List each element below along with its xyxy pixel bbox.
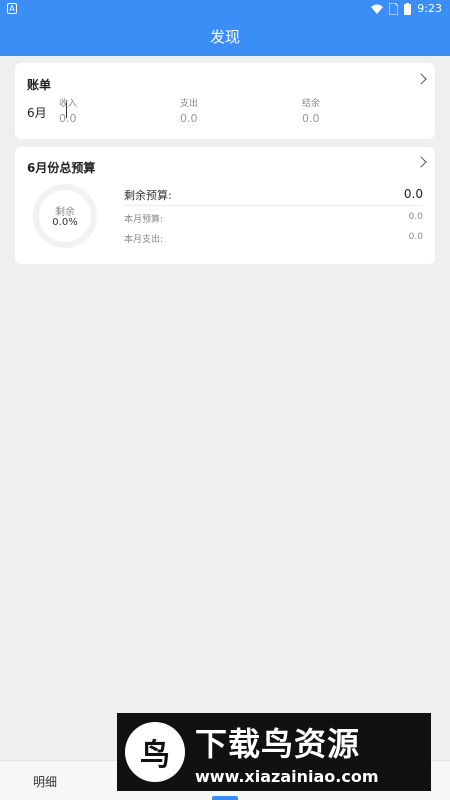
page-title: 发现: [0, 18, 450, 56]
battery-icon: [404, 2, 412, 15]
month-budget-value: 0.0: [408, 212, 423, 222]
month-spend-value: 0.0: [408, 232, 423, 242]
nav-item-details[interactable]: 明细: [33, 773, 57, 790]
income-value: 0.0: [59, 112, 77, 125]
month-budget-label: 本月预算:: [124, 215, 164, 225]
divider: [124, 205, 423, 206]
watermark-banner: 鸟 下载鸟资源 www.xiazainiao.com: [117, 713, 431, 791]
app-notification-icon: A: [7, 3, 17, 14]
balance-label: 结余: [302, 99, 321, 109]
bill-income: 收入 0.0: [59, 96, 77, 125]
sim-icon: [389, 2, 399, 15]
month-spend-row: 本月支出: 0.0: [124, 232, 423, 245]
watermark-url: www.xiazainiao.com: [195, 766, 379, 786]
watermark-text: 下载鸟资源 www.xiazainiao.com: [195, 719, 378, 786]
status-bar: A 9:23: [0, 0, 450, 18]
bill-balance: 结余 0.0: [302, 96, 320, 125]
bill-month: 6月: [27, 106, 47, 120]
budget-card-title: 6月份总预算: [27, 161, 96, 175]
remaining-budget-row: 剩余预算: 0.0: [124, 187, 423, 203]
status-icons: 9:23: [371, 2, 442, 15]
bill-card[interactable]: 账单 6月 收入 0.0 支出 0.0 结余 0.0: [15, 63, 435, 139]
remaining-budget-label: 剩余预算:: [124, 189, 172, 202]
month-budget-row: 本月预算: 0.0: [124, 212, 423, 225]
ring-percentage: 0.0%: [52, 217, 78, 228]
month-spend-label: 本月支出:: [124, 235, 164, 245]
income-label: 收入: [59, 99, 78, 109]
budget-card[interactable]: 6月份总预算 剩余 0.0% 剩余预算: 0.0 本月预算: 0.0 本月支出:…: [15, 147, 435, 264]
bill-expense: 支出 0.0: [180, 96, 198, 125]
chevron-right-icon[interactable]: [415, 156, 427, 168]
nav-active-indicator: [212, 796, 238, 800]
bill-card-title: 账单: [27, 78, 52, 92]
chevron-right-icon[interactable]: [415, 73, 427, 85]
wifi-icon: [371, 4, 384, 14]
expense-value: 0.0: [180, 112, 198, 125]
ring-label: 剩余: [55, 207, 75, 218]
watermark-logo-icon: 鸟: [125, 722, 185, 782]
clock-time: 9:23: [417, 2, 442, 15]
watermark-title: 下载鸟资源: [195, 724, 361, 763]
remaining-budget-value: 0.0: [403, 187, 423, 201]
expense-label: 支出: [180, 99, 199, 109]
balance-value: 0.0: [302, 112, 320, 125]
